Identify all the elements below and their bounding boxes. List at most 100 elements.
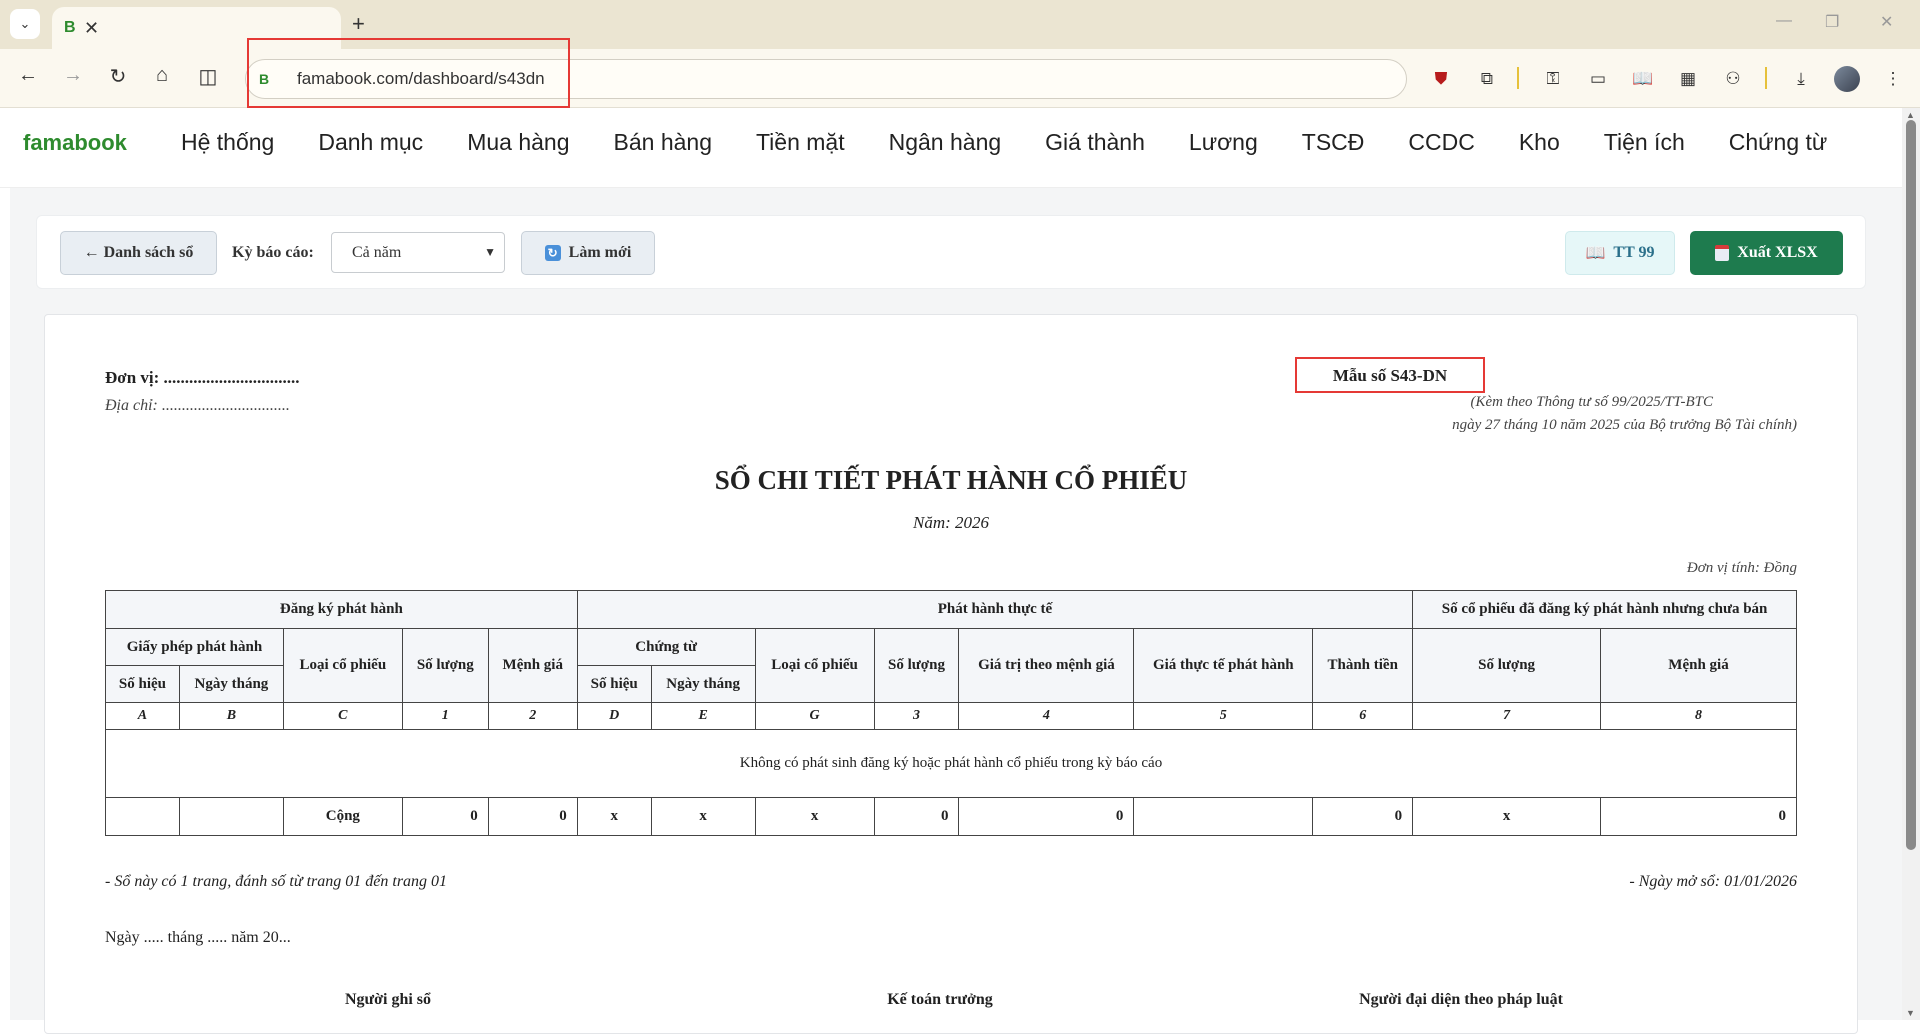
menu-item-ngan-hang[interactable]: Ngân hàng <box>889 129 1002 156</box>
signer-chief-accountant: Kế toán trưởng <box>887 991 993 1008</box>
reading-mode-icon[interactable]: 📖 <box>1630 66 1656 92</box>
back-to-list-button[interactable]: ← Danh sách sổ <box>60 231 217 275</box>
column-code: G <box>754 702 875 730</box>
address-bar[interactable]: B famabook.com/dashboard/s43dn <box>245 59 1407 99</box>
scroll-up-icon[interactable]: ▲ <box>1906 110 1915 120</box>
more-menu-icon[interactable]: ⋮ <box>1880 66 1906 92</box>
refresh-label: Làm mới <box>568 244 632 261</box>
key-icon[interactable]: ⚿ <box>1540 66 1566 92</box>
signer-legal-representative: Người đại diện theo pháp luật <box>1359 991 1563 1008</box>
window-restore-icon[interactable]: ❐ <box>1825 12 1839 32</box>
header-phat-hanh: Phát hành thực tế <box>576 590 1414 629</box>
total-row: Cộng 0 0 x x x 0 0 0 x 0 <box>105 797 1797 836</box>
header-so-hieu-2: Số hiệu <box>576 665 652 703</box>
tab-search-dropdown-button[interactable]: ⌄ <box>10 9 40 39</box>
menu-item-gia-thanh[interactable]: Giá thành <box>1045 129 1145 156</box>
signing-date-line: Ngày ..... tháng ..... năm 20... <box>105 929 291 946</box>
header-loai-cp: Loại cổ phiếu <box>282 628 403 703</box>
form-number: Mẫu số S43-DN <box>1332 366 1448 385</box>
header-thanh-tien: Thành tiền <box>1312 628 1414 703</box>
tt99-label: TT 99 <box>1613 244 1655 261</box>
header-chua-ban: Số cổ phiếu đã đăng ký phát hành nhưng c… <box>1412 590 1797 629</box>
page-scrollbar[interactable]: ▲ ▼ <box>1902 108 1920 1020</box>
app-brand-logo[interactable]: famabook <box>23 130 127 156</box>
total-cell: 0 <box>487 797 578 836</box>
report-filter-bar: ← Danh sách sổ Kỳ báo cáo: Cả năm ▼ ↻ Là… <box>36 215 1866 289</box>
scrollbar-thumb[interactable] <box>1906 120 1916 850</box>
header-so-luong-2: Số lượng <box>873 628 960 703</box>
chevron-down-icon: ⌄ <box>19 16 31 31</box>
menu-item-ccdc[interactable]: CCDC <box>1408 129 1474 156</box>
total-cell: x <box>754 797 875 836</box>
header-gia-tri-menh-gia: Giá trị theo mệnh giá <box>958 628 1135 703</box>
header-ngay-thang: Ngày tháng <box>178 665 284 703</box>
open-date-note: - Ngày mở sổ: 01/01/2026 <box>1629 873 1797 890</box>
column-code: C <box>282 702 403 730</box>
menu-item-ban-hang[interactable]: Bán hàng <box>614 129 712 156</box>
column-code: 3 <box>873 702 960 730</box>
menu-item-tien-mat[interactable]: Tiền mặt <box>756 129 845 156</box>
menu-item-mua-hang[interactable]: Mua hàng <box>467 129 569 156</box>
browser-tab-active[interactable]: B famabook ✕ <box>52 7 341 174</box>
export-xlsx-label: Xuất XLSX <box>1737 244 1818 261</box>
report-title: SỔ CHI TIẾT PHÁT HÀNH CỔ PHIẾU <box>714 465 1188 495</box>
total-cell: 0 <box>1600 797 1797 836</box>
menu-item-danh-muc[interactable]: Danh mục <box>318 129 423 156</box>
site-favicon-icon: B <box>64 19 76 36</box>
column-code: 7 <box>1412 702 1602 730</box>
column-code-row: A B C 1 2 D E G 3 4 5 6 7 8 <box>105 702 1797 730</box>
period-select[interactable]: Cả năm ▼ <box>331 232 505 273</box>
toolbar-separator <box>1765 67 1767 89</box>
new-tab-button[interactable]: + <box>352 11 365 37</box>
column-code: 5 <box>1133 702 1314 730</box>
header-loai-cp-2: Loại cổ phiếu <box>754 628 875 703</box>
unit-line: Đơn vị: ................................ <box>105 368 300 387</box>
circular-tt99-button[interactable]: 📖 TT 99 <box>1565 231 1675 275</box>
column-code: 2 <box>487 702 578 730</box>
menu-item-kho[interactable]: Kho <box>1519 129 1560 156</box>
menu-item-tscd[interactable]: TSCĐ <box>1302 129 1365 156</box>
profile-avatar[interactable] <box>1834 66 1860 92</box>
refresh-button[interactable]: ↻ Làm mới <box>521 231 655 275</box>
chevron-down-icon: ▼ <box>484 245 496 259</box>
window-minimize-icon[interactable]: — <box>1776 12 1792 30</box>
reload-icon[interactable]: ↻ <box>104 64 132 89</box>
share-issuance-table: Đăng ký phát hành Phát hành thực tế Số c… <box>105 590 1797 836</box>
home-icon[interactable]: ⌂ <box>148 64 176 87</box>
column-code: 4 <box>958 702 1135 730</box>
total-cell: x <box>576 797 652 836</box>
scroll-down-icon[interactable]: ▼ <box>1906 1008 1915 1018</box>
report-year: Năm: 2026 <box>912 513 990 532</box>
total-cell: x <box>1412 797 1602 836</box>
empty-message: Không có phát sinh đăng ký hoặc phát hàn… <box>105 729 1797 798</box>
browser-toolbar: ← → ↻ ⌂ ◫ B famabook.com/dashboard/s43dn… <box>0 49 1920 108</box>
incognito-icon[interactable]: ⚇ <box>1720 66 1746 92</box>
split-view-icon[interactable]: ◫ <box>194 64 222 89</box>
main-menu: Hệ thống Danh mục Mua hàng Bán hàng Tiền… <box>181 129 1871 156</box>
forward-arrow-icon[interactable]: → <box>59 64 87 87</box>
report-paper: Đơn vị: ................................… <box>44 314 1858 1034</box>
menu-item-tien-ich[interactable]: Tiện ích <box>1604 129 1685 156</box>
header-gia-thuc-te: Giá thực tế phát hành <box>1133 628 1314 703</box>
total-cell <box>105 797 180 836</box>
total-label: Cộng <box>282 797 403 836</box>
download-icon[interactable]: ⤓ <box>1788 66 1814 92</box>
total-cell: 0 <box>873 797 960 836</box>
tab-layout-icon[interactable]: ▦ <box>1675 66 1701 92</box>
header-ngay-thang-2: Ngày tháng <box>650 665 756 703</box>
address-url[interactable]: famabook.com/dashboard/s43dn <box>297 69 545 89</box>
refresh-icon: ↻ <box>544 245 561 261</box>
menu-item-chung-tu[interactable]: Chứng từ <box>1729 129 1828 156</box>
card-icon[interactable]: ▭ <box>1585 66 1611 92</box>
menu-item-luong[interactable]: Lương <box>1189 129 1258 156</box>
back-arrow-icon[interactable]: ← <box>14 64 42 87</box>
window-close-icon[interactable]: ✕ <box>1880 12 1893 32</box>
extensions-puzzle-icon[interactable]: ⧉ <box>1474 66 1500 92</box>
shield-extension-icon[interactable]: ⛊ <box>1428 66 1454 92</box>
menu-item-he-thong[interactable]: Hệ thống <box>181 129 274 156</box>
tab-close-icon[interactable]: ✕ <box>84 18 99 39</box>
export-xlsx-button[interactable]: Xuất XLSX <box>1690 231 1843 275</box>
column-code: D <box>576 702 652 730</box>
total-cell: 0 <box>401 797 489 836</box>
period-label: Kỳ báo cáo: <box>232 244 314 261</box>
